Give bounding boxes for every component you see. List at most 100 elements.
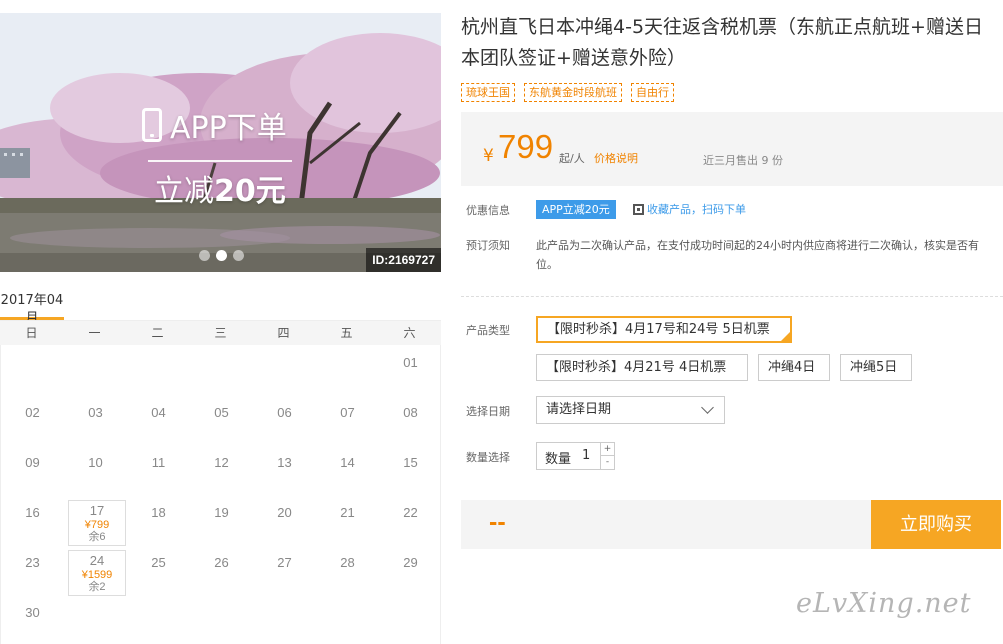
calendar-day-number: 22 bbox=[403, 505, 418, 520]
weekday-label: 五 bbox=[340, 326, 353, 340]
calendar-day: 01 bbox=[379, 345, 442, 395]
calendar-day-price: ¥799 bbox=[84, 519, 110, 531]
calendar-day-number: 10 bbox=[88, 455, 103, 470]
calendar-day-number: 24 bbox=[89, 553, 105, 568]
calendar-day-number: 28 bbox=[340, 555, 355, 570]
favorite-scan-text: 收藏产品，扫码下单 bbox=[647, 203, 746, 216]
calendar-week-row: 30 bbox=[1, 595, 442, 644]
calendar-day[interactable]: 17 ¥799 余6 bbox=[64, 495, 127, 546]
calendar-empty-cell bbox=[253, 595, 316, 644]
calendar-day: 26 bbox=[190, 545, 253, 595]
total-bar: -- bbox=[461, 500, 871, 549]
calendar-day-price-box[interactable]: 17 ¥799 余6 bbox=[68, 500, 126, 546]
weekday-label: 三 bbox=[214, 326, 227, 340]
option-label: 冲绳5日 bbox=[850, 360, 898, 375]
app-discount-badge: APP立减20元 bbox=[536, 200, 616, 219]
carousel-dot[interactable] bbox=[233, 250, 244, 261]
price-panel: ¥ 799 起/人 价格说明 近三月售出 9 份 bbox=[461, 112, 1003, 186]
option-label: 【限时秒杀】4月17号和24号 5日机票 bbox=[547, 322, 770, 337]
calendar-day-number: 11 bbox=[151, 455, 166, 470]
calendar-day: 18 bbox=[127, 495, 190, 545]
calendar-week-row: 16 17 ¥799 余6 18 19 20 21 22 bbox=[1, 495, 442, 546]
date-label: 选择日期 bbox=[466, 405, 510, 418]
calendar-empty-cell bbox=[64, 595, 127, 644]
buy-now-button[interactable]: 立即购买 bbox=[871, 500, 1001, 549]
notice-label: 预订须知 bbox=[466, 239, 510, 252]
product-option[interactable]: 冲绳5日 bbox=[840, 354, 912, 381]
calendar-day-number: 16 bbox=[25, 505, 40, 520]
calendar-day: 07 bbox=[316, 395, 379, 445]
calendar-day-number: 27 bbox=[277, 555, 292, 570]
calendar-day-number: 25 bbox=[151, 555, 166, 570]
product-option[interactable]: 【限时秒杀】4月21号 4日机票 bbox=[536, 354, 748, 381]
date-select-placeholder: 请选择日期 bbox=[546, 402, 612, 417]
calendar-day: 15 bbox=[379, 445, 442, 495]
product-id-badge: ID:2169727 bbox=[366, 248, 441, 272]
calendar-day-number: 03 bbox=[88, 405, 103, 420]
sold-count: 近三月售出 9 份 bbox=[703, 154, 783, 167]
calendar-day-number: 26 bbox=[214, 555, 229, 570]
calendar-day: 21 bbox=[316, 495, 379, 545]
calendar-day-number bbox=[253, 595, 316, 605]
quantity-increase-button[interactable]: + bbox=[601, 443, 614, 456]
calendar-day-price-box[interactable]: 24 ¥1599 余2 bbox=[68, 550, 126, 596]
calendar-empty-cell bbox=[64, 345, 127, 395]
promo-line2-prefix: 立减 bbox=[154, 174, 214, 209]
calendar-day-number bbox=[190, 595, 253, 605]
calendar-day: 25 bbox=[127, 545, 190, 595]
calendar-day: 14 bbox=[316, 445, 379, 495]
total-price: -- bbox=[489, 508, 506, 536]
calendar-day-number: 15 bbox=[403, 455, 418, 470]
quantity-input[interactable]: 1 bbox=[582, 448, 590, 463]
promo-divider bbox=[148, 160, 292, 162]
calendar-day: 04 bbox=[127, 395, 190, 445]
calendar-day[interactable]: 24 ¥1599 余2 bbox=[64, 545, 127, 596]
currency-symbol: ¥ bbox=[483, 146, 494, 166]
phone-icon bbox=[142, 108, 162, 142]
calendar-day-number bbox=[190, 345, 253, 355]
calendar-day-number: 12 bbox=[214, 455, 229, 470]
option-label: 冲绳4日 bbox=[768, 360, 816, 375]
calendar-empty-cell bbox=[127, 595, 190, 644]
calendar-empty-cell bbox=[316, 595, 379, 644]
promo-line2-amount: 20元 bbox=[214, 174, 286, 209]
quantity-stepper-buttons: + - bbox=[600, 443, 614, 469]
quantity-label: 数量选择 bbox=[466, 451, 510, 464]
calendar-day-number bbox=[127, 595, 190, 605]
calendar-day-stock: 余6 bbox=[88, 531, 106, 543]
quantity-stepper: 数量 1 + - bbox=[536, 442, 615, 470]
calendar-empty-cell bbox=[127, 345, 190, 395]
calendar-day-number: 07 bbox=[340, 405, 355, 420]
booking-notice: 此产品为二次确认产品，在支付成功时间起的24小时内供应商将进行二次确认，核实是否… bbox=[536, 239, 979, 271]
price-explain-link[interactable]: 价格说明 bbox=[594, 150, 638, 166]
calendar-day-number: 21 bbox=[340, 505, 355, 520]
favorite-scan-link[interactable]: 收藏产品，扫码下单 bbox=[633, 200, 746, 219]
calendar-month-tab[interactable]: 2017年04月 bbox=[0, 292, 64, 326]
calendar-day: 13 bbox=[253, 445, 316, 495]
calendar-day-number bbox=[253, 345, 316, 355]
calendar-day-number: 18 bbox=[151, 505, 166, 520]
calendar-empty-cell bbox=[316, 345, 379, 395]
weekday-label: 二 bbox=[151, 326, 164, 340]
calendar-day: 11 bbox=[127, 445, 190, 495]
calendar-day-number bbox=[1, 345, 64, 355]
calendar-weekday-header: 日 一 二 三 四 五 六 bbox=[0, 320, 441, 345]
calendar-day: 19 bbox=[190, 495, 253, 545]
product-option[interactable]: 冲绳4日 bbox=[758, 354, 830, 381]
price-amount: 799 bbox=[498, 128, 554, 165]
banner-carousel[interactable]: APP下单 立减20元 ID:2169727 bbox=[0, 13, 441, 272]
option-label: 【限时秒杀】4月21号 4日机票 bbox=[546, 360, 727, 375]
quantity-decrease-button[interactable]: - bbox=[601, 456, 614, 469]
product-title: 杭州直飞日本冲绳4-5天往返含税机票（东航正点航班+赠送日本团队签证+赠送意外险… bbox=[461, 16, 983, 69]
date-select[interactable]: 请选择日期 bbox=[536, 396, 725, 424]
calendar-day-number: 05 bbox=[214, 405, 229, 420]
calendar-day-price: ¥1599 bbox=[81, 569, 113, 581]
carousel-dot-active[interactable] bbox=[216, 250, 227, 261]
calendar-day: 05 bbox=[190, 395, 253, 445]
calendar-day-number: 02 bbox=[25, 405, 40, 420]
calendar-day-number bbox=[127, 345, 190, 355]
carousel-dot[interactable] bbox=[199, 250, 210, 261]
product-option-selected[interactable]: 【限时秒杀】4月17号和24号 5日机票 ✓ bbox=[536, 316, 792, 343]
calendar-day-number: 17 bbox=[89, 503, 105, 518]
calendar-week-row: 01 bbox=[1, 345, 442, 395]
